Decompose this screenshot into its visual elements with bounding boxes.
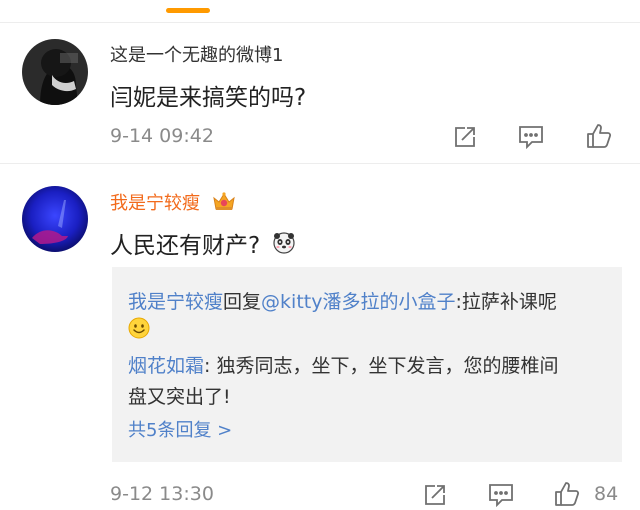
active-tab-indicator	[166, 8, 210, 13]
comment-username[interactable]: 这是一个无趣的微博1	[110, 41, 283, 67]
comment-text-body: 人民还有财产?	[110, 233, 261, 259]
comment-divider	[0, 163, 640, 164]
repost-button[interactable]	[450, 122, 480, 152]
like-count: 84	[594, 483, 619, 505]
reply-text: :拉萨补课呢	[455, 291, 557, 313]
comment-time: 9-14 09:42	[110, 125, 214, 147]
comment-text: 人民还有财产?	[110, 226, 296, 261]
comment-time: 9-12 13:30	[110, 483, 214, 505]
comment-button[interactable]	[516, 122, 546, 152]
avatar-image	[22, 39, 88, 105]
mention-link[interactable]: @kitty潘多拉的小盒子	[261, 291, 455, 313]
top-divider	[0, 22, 640, 23]
reply-item[interactable]: 我是宁较瘦回复@kitty潘多拉的小盒子:拉萨补课呢	[128, 287, 557, 314]
like-button[interactable]	[584, 121, 614, 151]
reply-text-continued: 盘又突出了!	[128, 386, 231, 408]
comment-button[interactable]	[486, 480, 516, 510]
reply-preview-box[interactable]: 我是宁较瘦回复@kitty潘多拉的小盒子:拉萨补课呢 烟花如霜: 独秀同志，坐下…	[112, 267, 622, 462]
reply-user-link[interactable]: 我是宁较瘦	[128, 291, 223, 313]
reply-verb: 回复	[223, 291, 262, 313]
smile-emoji-icon	[128, 317, 150, 343]
username-text[interactable]: 我是宁较瘦	[110, 193, 200, 214]
reply-text: : 独秀同志，坐下，坐下发言，您的腰椎间	[204, 355, 559, 377]
comment-icon	[519, 126, 543, 149]
repost-button[interactable]	[420, 480, 450, 510]
more-replies-link[interactable]: 共5条回复 >	[128, 416, 232, 442]
thumbs-up-icon	[587, 124, 612, 148]
thumbs-up-icon	[555, 482, 580, 506]
avatar[interactable]	[22, 186, 88, 252]
reply-item[interactable]: 烟花如霜: 独秀同志，坐下，坐下发言，您的腰椎间	[128, 351, 558, 378]
comment-text: 闫妮是来搞笑的吗?	[110, 85, 307, 111]
crown-icon	[212, 190, 236, 217]
comment-username[interactable]: 我是宁较瘦	[110, 189, 236, 217]
comment-icon	[489, 484, 513, 507]
panda-emoji-icon	[272, 231, 296, 261]
share-icon	[425, 485, 445, 505]
avatar-image	[22, 186, 88, 252]
reply-user-link[interactable]: 烟花如霜	[128, 355, 204, 377]
share-icon	[455, 127, 475, 147]
like-button[interactable]	[552, 479, 582, 509]
avatar[interactable]	[22, 39, 88, 105]
